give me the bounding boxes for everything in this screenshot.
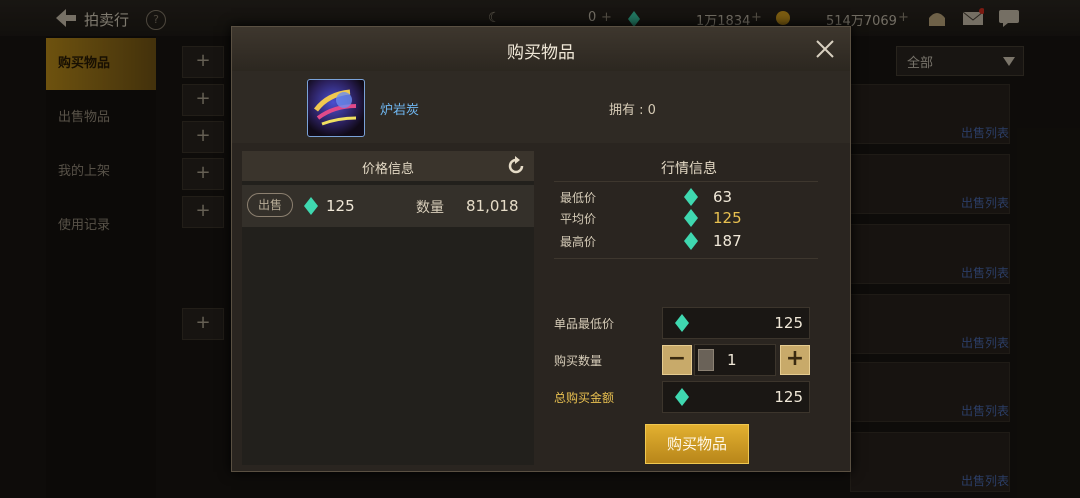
item-orb-icon	[307, 79, 365, 137]
item-info-band: 炉岩炭 拥有 : 0	[232, 71, 850, 143]
buy-quantity-label: 购买数量	[554, 354, 603, 368]
max-price-label: 最高价	[560, 235, 597, 249]
gem-icon	[675, 388, 689, 406]
item-name: 炉岩炭	[380, 103, 420, 118]
market-info-title: 行情信息	[661, 161, 717, 177]
calculator-icon[interactable]	[698, 349, 714, 371]
gem-icon	[684, 188, 698, 206]
avg-price-label: 平均价	[560, 212, 597, 226]
owned-count: 拥有 : 0	[609, 103, 656, 118]
sell-tag: 出售	[247, 193, 293, 217]
buy-item-button[interactable]: 购买物品	[645, 424, 749, 464]
avg-price-value: 125	[713, 209, 742, 227]
gem-icon	[675, 314, 689, 332]
total-amount-field: 125	[662, 381, 810, 413]
unit-min-price-label: 单品最低价	[554, 317, 615, 331]
price-panel-title: 价格信息	[361, 162, 414, 177]
dialog-title: 购买物品	[507, 43, 575, 63]
decrease-quantity-button[interactable]: −	[662, 345, 692, 375]
unit-min-price-field: 125	[662, 307, 810, 339]
divider	[554, 181, 818, 182]
unit-min-price-value: 125	[774, 314, 803, 332]
refresh-icon[interactable]	[506, 156, 526, 176]
total-amount-value: 125	[774, 388, 803, 406]
divider	[554, 258, 818, 259]
quantity-label: 数量	[416, 200, 444, 216]
min-price-label: 最低价	[560, 191, 597, 205]
listing-price: 125	[326, 197, 355, 215]
quantity-input-value: 1	[727, 351, 737, 369]
close-icon[interactable]	[815, 39, 835, 59]
increase-quantity-button[interactable]: +	[780, 345, 810, 375]
min-price-value: 63	[713, 188, 733, 206]
gem-icon	[684, 209, 698, 227]
max-price-value: 187	[713, 232, 742, 250]
price-info-panel: 价格信息 出售 125 数量 81,018	[242, 151, 534, 465]
total-amount-label: 总购买金额	[554, 391, 615, 405]
gem-icon	[304, 197, 318, 215]
table-row[interactable]: 出售 125 数量 81,018	[242, 185, 534, 227]
gem-icon	[684, 232, 698, 250]
quantity-value: 81,018	[466, 197, 519, 215]
buy-item-dialog: 购买物品 炉岩炭 拥有 : 0 价格信息 出售 125 数量 81,018 行情…	[231, 26, 851, 472]
